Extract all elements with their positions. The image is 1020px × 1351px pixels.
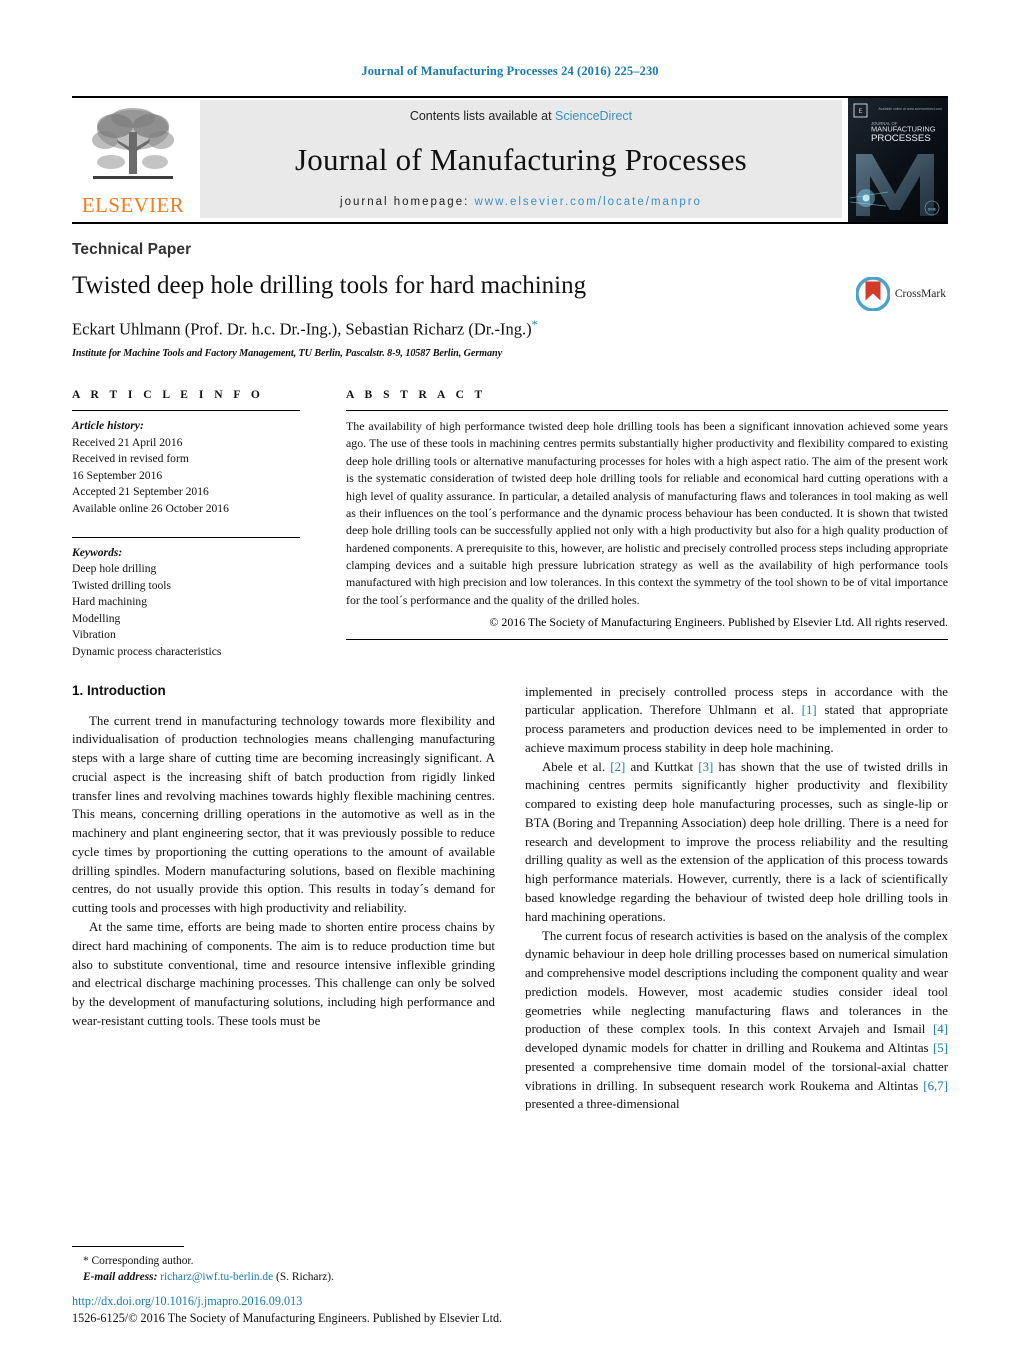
journal-banner: ELSEVIER Contents lists available at Sci… [72, 96, 948, 222]
page-title: Twisted deep hole drilling tools for har… [72, 272, 587, 299]
body-column-left: 1. Introduction The current trend in man… [72, 683, 495, 1115]
article-history-block: Article history: Received 21 April 2016 … [72, 418, 300, 517]
citation-link[interactable]: [2] [610, 760, 625, 774]
doi-link[interactable]: http://dx.doi.org/10.1016/j.jmapro.2016.… [72, 1293, 948, 1309]
keyword-item: Vibration [72, 628, 116, 642]
paragraph-text: Abele et al. [542, 759, 611, 774]
body-columns: 1. Introduction The current trend in man… [72, 683, 948, 1115]
email-owner: (S. Richarz). [276, 1270, 334, 1283]
paragraph: implemented in precisely controlled proc… [525, 683, 948, 758]
footnote-block: * Corresponding author. E-mail address: … [72, 1245, 492, 1285]
running-head: Journal of Manufacturing Processes 24 (2… [361, 64, 659, 78]
elsevier-tree-icon [92, 108, 174, 179]
email-link[interactable]: richarz@iwf.tu-berlin.de [160, 1271, 273, 1283]
svg-text:SME: SME [928, 207, 937, 212]
keyword-item: Hard machining [72, 595, 148, 609]
keyword-item: Deep hole drilling [72, 562, 157, 576]
paragraph-text: The current focus of research activities… [525, 928, 948, 1037]
title-row: Twisted deep hole drilling tools for har… [72, 259, 948, 359]
paragraph: Abele et al. [2] and Kuttkat [3] has sho… [525, 758, 948, 927]
abstract-bottom-rule [346, 639, 948, 641]
email-address-label: E-mail address: [83, 1270, 158, 1283]
paragraph-text: presented a three-dimensional [525, 1097, 680, 1112]
history-item: Accepted 21 September 2016 [72, 485, 209, 499]
imprint-block: http://dx.doi.org/10.1016/j.jmapro.2016.… [72, 1293, 948, 1326]
article-info-heading: A R T I C L E I N F O [72, 389, 264, 402]
citation-link[interactable]: [5] [933, 1041, 948, 1055]
svg-text:Available online at www.scienc: Available online at www.sciencedirect.co… [878, 107, 942, 111]
contents-available-line: Contents lists available at ScienceDirec… [410, 109, 632, 123]
citation-link[interactable]: [4] [933, 1022, 948, 1036]
paragraph-text: presented a comprehensive time domain mo… [525, 1059, 948, 1093]
keyword-item: Dynamic process characteristics [72, 644, 222, 658]
abstract-column: A B S T R A C T The availability of high… [326, 389, 948, 661]
citation-link[interactable]: [6,7] [923, 1079, 948, 1093]
history-item: Received in revised form [72, 452, 189, 466]
abstract-heading: A B S T R A C T [346, 389, 487, 402]
contents-prefix: Contents lists available at [409, 109, 556, 123]
homepage-prefix: journal homepage: [340, 196, 475, 208]
paragraph: The current focus of research activities… [525, 927, 948, 1115]
citation-link[interactable]: [1] [802, 703, 817, 717]
keywords-rule [72, 536, 300, 538]
article-info-rule [72, 410, 300, 412]
citation-link[interactable]: [3] [698, 760, 713, 774]
svg-text:E: E [858, 109, 862, 115]
affiliation: Institute for Machine Tools and Factory … [72, 348, 502, 360]
article-info-column: A R T I C L E I N F O Article history: R… [72, 389, 300, 661]
author-list: Eckart Uhlmann (Prof. Dr. h.c. Dr.-Ing.)… [72, 317, 840, 339]
journal-title: Journal of Manufacturing Processes [295, 142, 747, 177]
corresponding-author-note: * Corresponding author. [83, 1254, 194, 1267]
sciencedirect-link[interactable]: ScienceDirect [555, 109, 632, 123]
elsevier-wordmark: ELSEVIER [81, 193, 185, 217]
footnote-rule [72, 1245, 184, 1247]
journal-cover-thumbnail: E Available online at www.sciencedirect.… [848, 98, 948, 222]
abstract-rule [346, 410, 948, 412]
paragraph: At the same time, efforts are being made… [72, 919, 495, 1028]
journal-homepage-line: journal homepage: www.elsevier.com/locat… [340, 196, 702, 208]
article-type-label: Technical Paper [72, 241, 192, 258]
banner-bottom-rule [72, 222, 948, 224]
info-abstract-section: A R T I C L E I N F O Article history: R… [72, 389, 948, 661]
issn-copyright-line: 1526-6125/© 2016 The Society of Manufact… [72, 1310, 503, 1325]
history-item: 16 September 2016 [72, 468, 163, 482]
right-paragraph-container: implemented in precisely controlled proc… [525, 683, 948, 1115]
history-item: Available online 26 October 2016 [72, 501, 229, 515]
svg-text:PROCESSES: PROCESSES [871, 133, 931, 144]
abstract-copyright: © 2016 The Society of Manufacturing Engi… [489, 615, 948, 630]
journal-homepage-link[interactable]: www.elsevier.com/locate/manpro [475, 196, 702, 208]
email-note: E-mail address: richarz@iwf.tu-berlin.de… [83, 1269, 492, 1285]
body-column-right: implemented in precisely controlled proc… [525, 683, 948, 1115]
journal-cover-image: E Available online at www.sciencedirect.… [848, 98, 948, 222]
paragraph-text: developed dynamic models for chatter in … [525, 1041, 933, 1056]
paper-page: Journal of Manufacturing Processes 24 (2… [0, 0, 1020, 1351]
paragraph-text: has shown that the use of twisted drills… [525, 759, 948, 924]
title-block: Twisted deep hole drilling tools for har… [72, 259, 856, 359]
paragraph-text: and Kuttkat [625, 759, 699, 774]
banner-center: Contents lists available at ScienceDirec… [200, 100, 842, 218]
keyword-item: Twisted drilling tools [72, 578, 172, 592]
author-names: Eckart Uhlmann (Prof. Dr. h.c. Dr.-Ing.)… [72, 319, 532, 339]
keyword-item: Modelling [72, 611, 121, 625]
corresponding-author-marker: * [531, 316, 538, 331]
section-title-introduction: 1. Introduction [72, 682, 166, 698]
paragraph: The current trend in manufacturing techn… [72, 713, 495, 916]
abstract-text: The availability of high performance twi… [346, 419, 948, 607]
crossmark-icon [855, 277, 890, 311]
keywords-label: Keywords: [72, 545, 123, 559]
article-history-label: Article history: [72, 419, 144, 433]
history-item: Received 21 April 2016 [72, 435, 183, 449]
elsevier-logo: ELSEVIER [72, 98, 194, 220]
crossmark-badge[interactable]: CrossMark [855, 277, 948, 311]
keywords-block: Keywords: Deep hole drilling Twisted dri… [72, 545, 300, 661]
crossmark-label: CrossMark [894, 288, 946, 300]
